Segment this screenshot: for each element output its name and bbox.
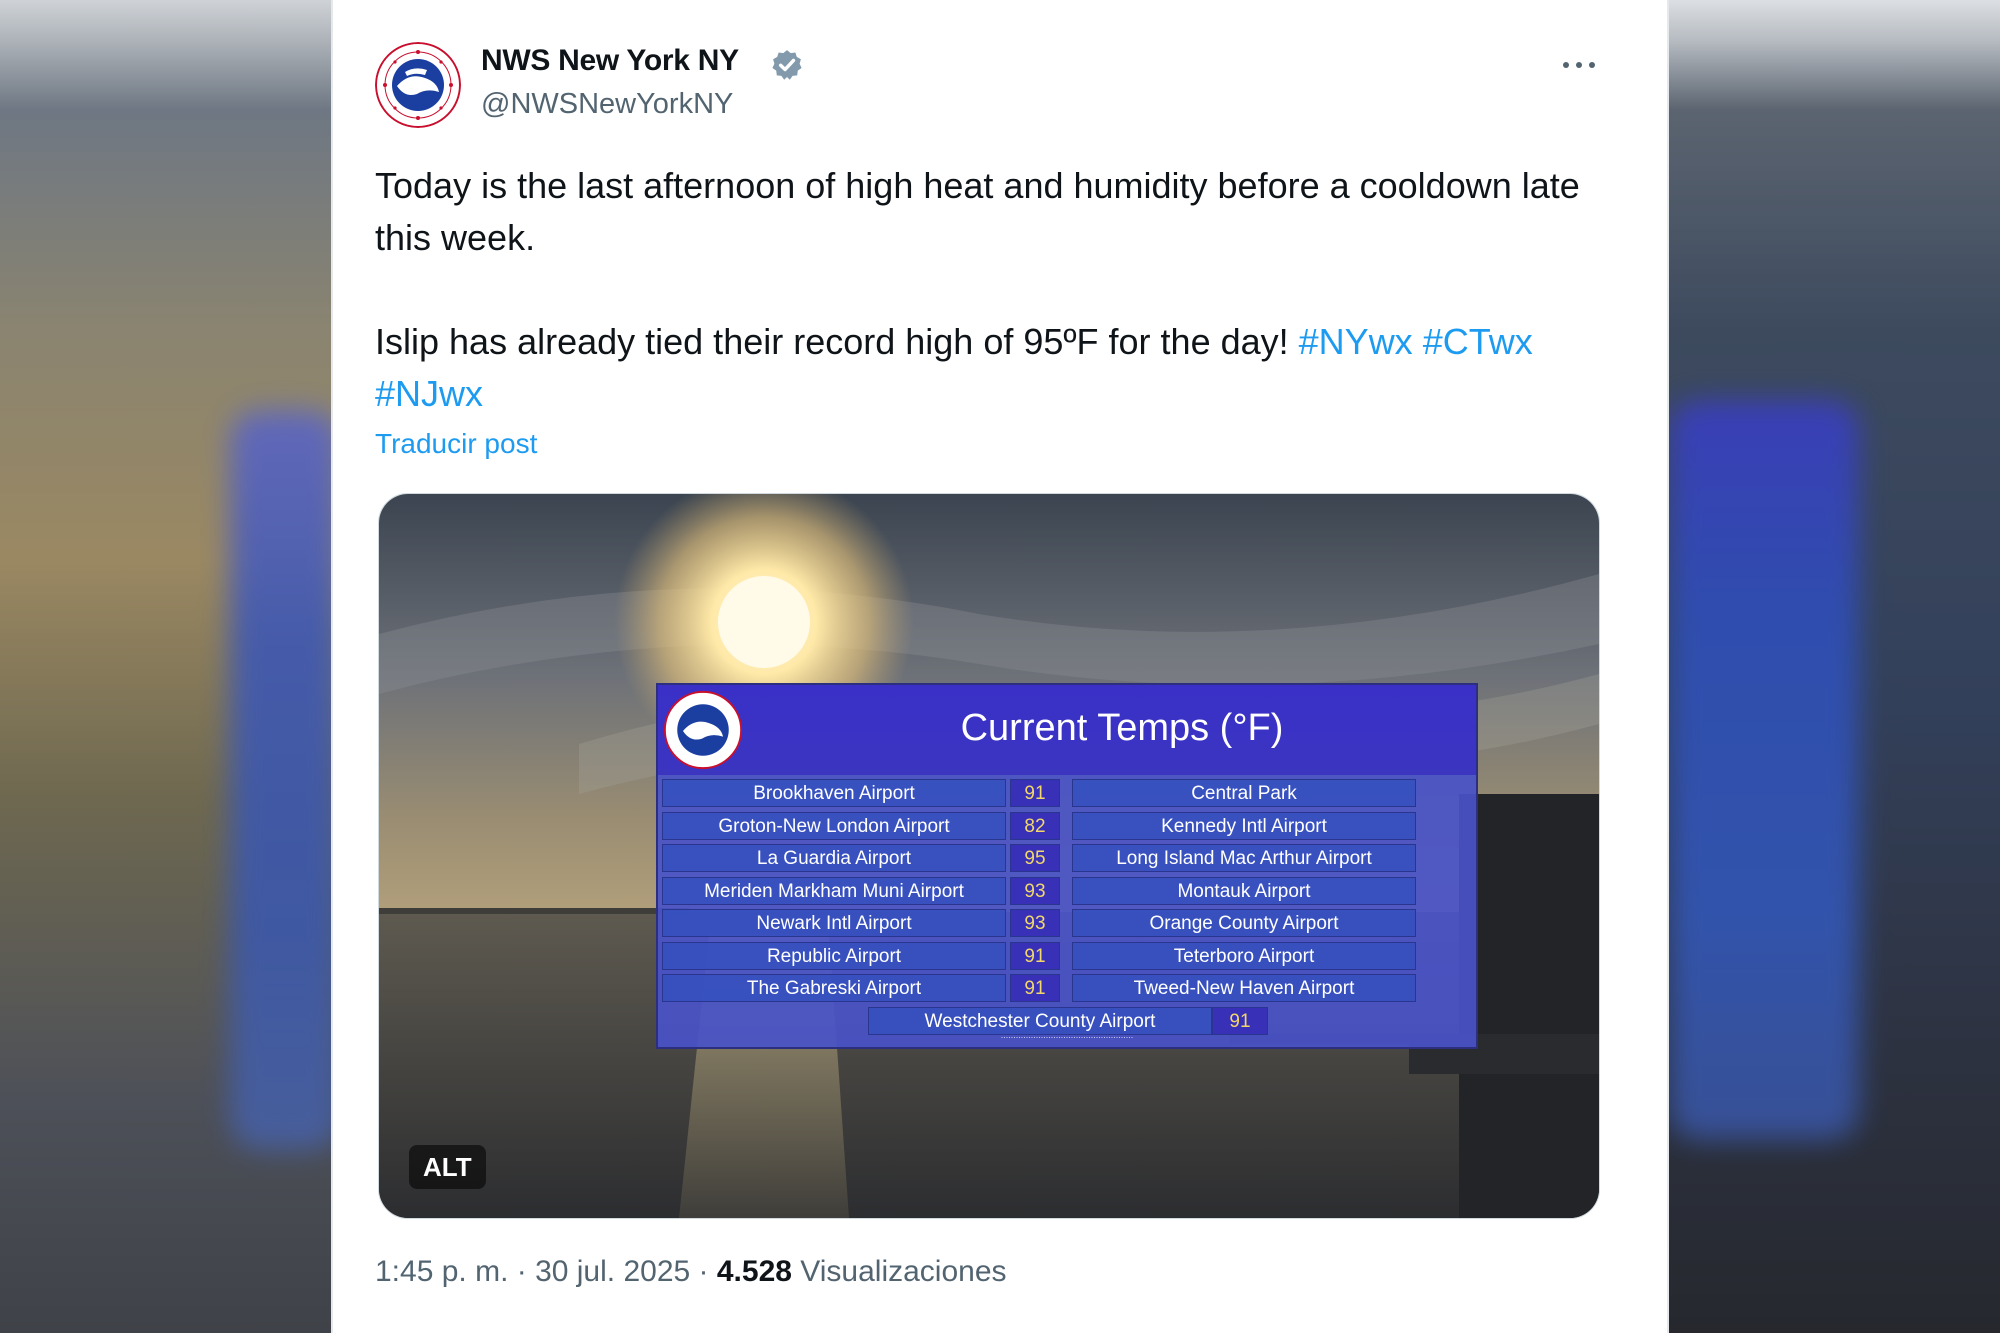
station-name: Central Park bbox=[1072, 779, 1416, 807]
tweet-text-line1: Today is the last afternoon of high heat… bbox=[375, 165, 1580, 258]
views-label: Visualizaciones bbox=[791, 1255, 1007, 1288]
temps-title: Current Temps (°F) bbox=[960, 707, 1284, 749]
display-name[interactable]: NWS New York NY bbox=[481, 44, 739, 78]
handle[interactable]: @NWSNewYorkNY bbox=[481, 88, 733, 121]
station-name: The Gabreski Airport bbox=[662, 974, 1006, 1002]
station-name: Newark Intl Airport bbox=[662, 909, 1006, 937]
station-name: Brookhaven Airport bbox=[662, 779, 1006, 807]
station-temp: 82 bbox=[1010, 811, 1060, 840]
backdrop-right bbox=[1669, 0, 2000, 1333]
station-name: Groton-New London Airport bbox=[662, 811, 1006, 840]
station-temp: 93 bbox=[1010, 909, 1060, 937]
tweet-text-line2: Islip has already tied their record high… bbox=[375, 316, 1615, 420]
station-name: Meriden Markham Muni Airport bbox=[662, 876, 1006, 905]
hashtag-nywx[interactable]: #NYwx bbox=[1299, 321, 1413, 362]
station-name: Long Island Mac Arthur Airport bbox=[1072, 844, 1416, 872]
station-name: La Guardia Airport bbox=[662, 844, 1006, 872]
hashtag-njwx[interactable]: #NJwx bbox=[375, 373, 483, 414]
station-temp: 91 bbox=[1010, 779, 1060, 807]
tweet-text-line2-body: Islip has already tied their record high… bbox=[375, 321, 1289, 362]
tweet-media-image[interactable]: Current Temps (°F) Brookhaven Airport 91 G… bbox=[378, 493, 1600, 1219]
station-name: Republic Airport bbox=[662, 941, 1006, 970]
timestamp[interactable]: 1:45 p. m. · 30 jul. 2025 · bbox=[375, 1255, 717, 1288]
more-options-icon[interactable] bbox=[1559, 50, 1599, 80]
station-name: Montauk Airport bbox=[1072, 876, 1416, 905]
verified-badge-icon bbox=[772, 50, 802, 80]
translate-post-link[interactable]: Traducir post bbox=[375, 428, 537, 460]
temps-footnote: ........................................… bbox=[1000, 1030, 1134, 1040]
views-count: 4.528 bbox=[716, 1255, 792, 1288]
avatar[interactable] bbox=[375, 42, 461, 128]
station-temp: 91 bbox=[1010, 941, 1060, 970]
alt-badge[interactable]: ALT bbox=[409, 1145, 486, 1189]
station-temp: 95 bbox=[1010, 844, 1060, 872]
station-name: Tweed-New Haven Airport bbox=[1072, 974, 1416, 1002]
temps-header: Current Temps (°F) bbox=[658, 685, 1476, 775]
tweet-footer: 1:45 p. m. · 30 jul. 2025 · 4.528 Visual… bbox=[375, 1255, 1007, 1289]
station-temp: 91 bbox=[1010, 974, 1060, 1002]
station-name: Teterboro Airport bbox=[1072, 941, 1416, 970]
tweet-text: Today is the last afternoon of high heat… bbox=[375, 160, 1615, 420]
nws-logo-icon bbox=[375, 42, 461, 128]
current-temps-panel: Current Temps (°F) Brookhaven Airport 91 G… bbox=[656, 683, 1478, 1049]
station-temp: 93 bbox=[1010, 876, 1060, 905]
station-name: Orange County Airport bbox=[1072, 909, 1416, 937]
backdrop-left bbox=[0, 0, 340, 1333]
station-name: Kennedy Intl Airport bbox=[1072, 811, 1416, 840]
tweet-card: NWS New York NY @NWSNewYorkNY Today is t… bbox=[331, 0, 1669, 1333]
hashtag-ctwx[interactable]: #CTwx bbox=[1423, 321, 1533, 362]
